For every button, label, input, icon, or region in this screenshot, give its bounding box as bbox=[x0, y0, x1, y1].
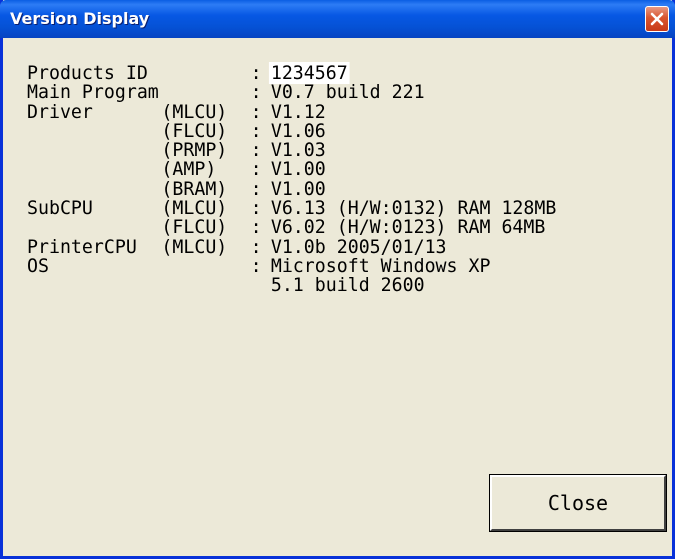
close-button[interactable]: Close bbox=[489, 474, 667, 532]
info-sub-label: (MLCU) bbox=[161, 235, 228, 258]
titlebar-close-button[interactable] bbox=[645, 6, 669, 32]
info-separator: : bbox=[250, 216, 262, 239]
info-row: 5.1 build 2600 bbox=[27, 276, 556, 295]
info-value: 5.1 build 2600 bbox=[270, 274, 425, 297]
info-label: SubCPU bbox=[27, 197, 93, 220]
info-label: Driver bbox=[27, 100, 93, 123]
info-sub-label: (AMP) bbox=[161, 158, 217, 181]
title-bar[interactable]: Version Display bbox=[0, 0, 675, 38]
info-separator: : bbox=[250, 81, 262, 104]
info-separator: : bbox=[250, 158, 262, 181]
info-label: Main Program bbox=[27, 81, 159, 104]
info-sub-label: (FLCU) bbox=[161, 216, 228, 239]
version-info-list: Products ID:1234567 Main Program: V0.7 bui… bbox=[27, 62, 556, 296]
version-display-window: Version Display Products ID:1234567 Main … bbox=[0, 0, 675, 559]
window-title: Version Display bbox=[10, 9, 150, 28]
info-separator: : bbox=[250, 254, 262, 277]
info-label: OS bbox=[27, 254, 49, 277]
info-sub-label: (MLCU) bbox=[161, 100, 228, 123]
close-icon bbox=[650, 12, 664, 26]
info-separator: : bbox=[250, 100, 262, 123]
